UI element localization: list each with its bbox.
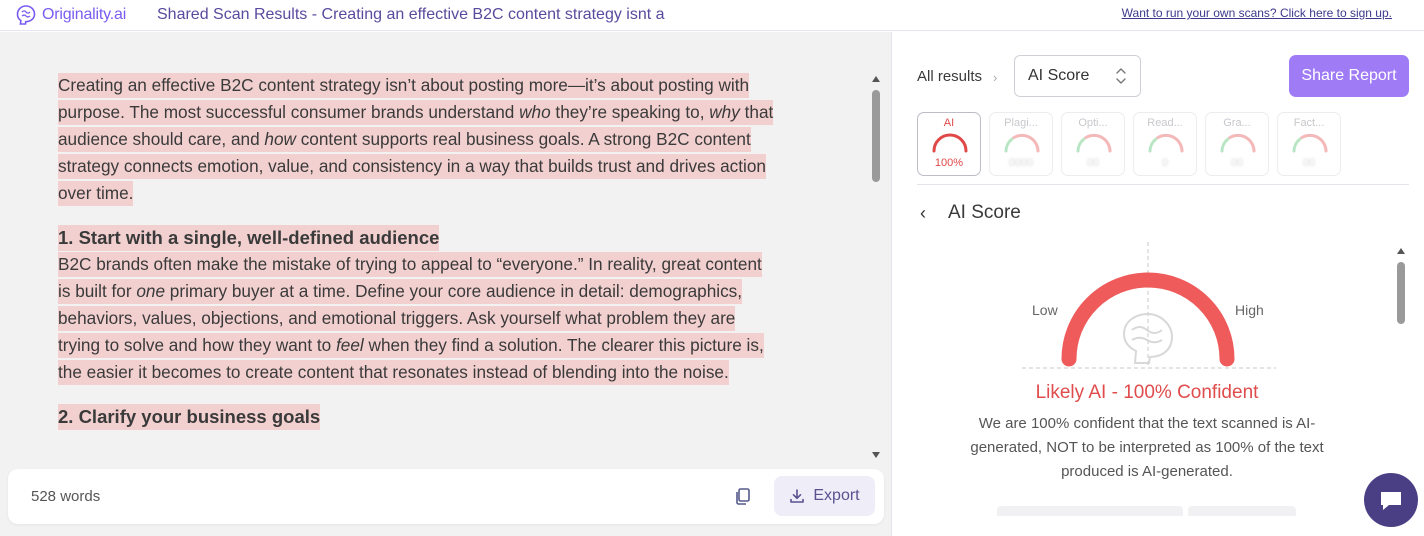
verdict-text: Likely AI - 100% Confident [1035,382,1259,403]
brain-logo-icon [16,5,36,25]
gauge-low-label: Low [1032,302,1058,318]
scroll-up-icon[interactable] [872,76,880,82]
gauge-high-label: High [1235,302,1264,318]
document-scroll-area[interactable]: Creating an effective B2C content strate… [0,32,885,460]
score-tabs: AI 100% Plagi... 0000 Opti... 00 Read... 0 Gra..… [917,112,1341,176]
scrollbar-thumb[interactable] [1397,262,1405,324]
score-tab-label: Read... [1147,117,1183,129]
updown-chevron-icon [1116,68,1126,84]
score-tab-value: 100% [934,157,964,169]
chevron-right-icon: › [993,70,998,85]
score-type-select[interactable]: AI Score [1014,55,1141,97]
ai-highlight: B2C brands often make the mistake of try… [58,252,764,385]
paragraph: B2C brands often make the mistake of try… [58,251,778,386]
export-label: Export [813,487,860,504]
paragraph: Creating an effective B2C content strate… [58,72,778,207]
divider [917,184,1409,185]
score-tab[interactable]: Fact... 00 [1277,112,1341,176]
chevron-left-icon: ‹ [920,202,926,223]
back-button[interactable]: ‹ AI Score [920,202,1021,224]
mini-gauge-icon [1292,133,1328,153]
brand-logo[interactable]: Originality.ai [14,4,126,26]
export-button[interactable]: Export [774,476,875,516]
document-content: Creating an effective B2C content strate… [58,72,778,430]
mini-gauge-icon [1220,133,1256,153]
panel-title: AI Score [948,202,1021,223]
score-tab[interactable]: Read... 0 [1133,112,1197,176]
score-tab-value: 00 [1302,157,1316,169]
cut-off-boxes [997,506,1296,516]
scroll-up-icon[interactable] [1397,248,1405,254]
results-pane: All results › AI Score Share Report AI 10… [891,32,1424,536]
score-tab[interactable]: Plagi... 0000 [989,112,1053,176]
share-report-button[interactable]: Share Report [1289,55,1409,97]
score-tab-label: AI [943,117,955,129]
score-tab[interactable]: AI 100% [917,112,981,176]
top-bar: Originality.ai Shared Scan Results - Cre… [0,0,1424,31]
all-results-link[interactable]: All results [917,68,982,85]
mini-gauge-icon [1004,133,1040,153]
page-title: Shared Scan Results - Creating an effect… [157,6,665,23]
ai-highlight: Creating an effective B2C content strate… [58,73,774,206]
verdict-explanation: We are 100% confident that the text scan… [970,415,1324,480]
brand-name: Originality.ai [42,6,127,23]
score-tab-value: 00 [1230,157,1244,169]
scroll-down-icon[interactable] [872,452,880,458]
select-value: AI Score [1028,67,1090,84]
chat-button[interactable] [1364,473,1418,527]
mini-gauge-icon [1148,133,1184,153]
word-count: 528 words [31,488,101,505]
score-tab[interactable]: Gra... 00 [1205,112,1269,176]
mini-gauge-icon [1076,133,1112,153]
score-tab[interactable]: Opti... 00 [1061,112,1125,176]
score-tab-label: Plagi... [1004,117,1038,129]
section-heading: 1. Start with a single, well-defined aud… [58,224,778,251]
score-tab-label: Opti... [1078,117,1108,129]
scrollbar-thumb[interactable] [872,90,880,182]
copy-icon[interactable] [734,487,752,505]
score-tab-label: Gra... [1223,117,1251,129]
score-tab-value: 0 [1161,157,1169,169]
score-tab-value: 0000 [1008,157,1034,169]
document-pane: Creating an effective B2C content strate… [0,32,891,536]
signup-link[interactable]: Want to run your own scans? Click here t… [1122,6,1392,20]
mini-gauge-icon [932,133,968,153]
score-tab-value: 00 [1086,157,1100,169]
chat-icon [1381,492,1401,510]
document-footer: 528 words Export [8,469,884,524]
section-heading: 2. Clarify your business goals [58,403,778,430]
score-tab-label: Fact... [1293,117,1325,129]
document-scrollbar[interactable] [871,76,881,458]
download-icon [790,489,805,503]
